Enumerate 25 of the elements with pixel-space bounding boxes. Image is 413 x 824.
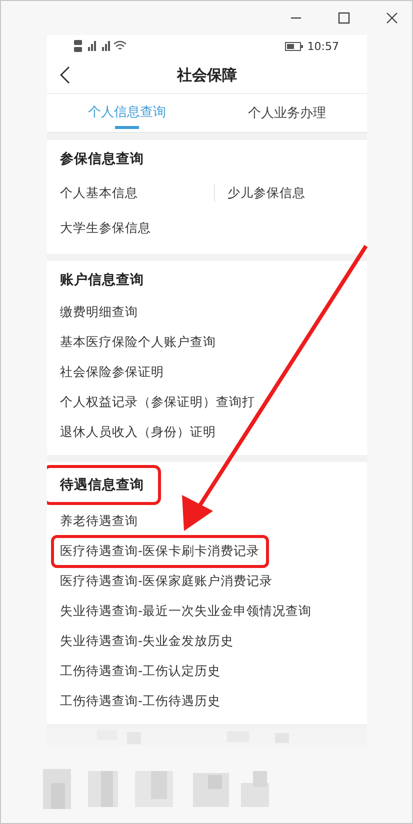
menu-item[interactable]: 缴费明细查询 (60, 300, 138, 324)
menu-item[interactable]: 失业待遇查询-最近一次失业金申领情况查询 (60, 600, 312, 622)
tab[interactable]: 个人业务办理 (207, 94, 367, 132)
section-title: 参保信息查询 (60, 150, 144, 169)
menu-item[interactable]: 医疗待遇查询-医保卡刷卡消费记录 (54, 538, 266, 564)
menu-item[interactable]: 退休人员收入（身份）证明 (60, 420, 216, 444)
maximize-icon[interactable] (338, 12, 350, 24)
section-title: 待遇信息查询 (47, 468, 158, 502)
menu-item[interactable]: 大学生参保信息 (60, 217, 151, 240)
menu-item[interactable]: 工伤待遇查询-工伤待遇历史 (60, 690, 221, 712)
menu-item[interactable]: 个人权益记录（参保证明）查询打 (60, 390, 255, 414)
status-time: 10:57 (307, 40, 339, 52)
menu-item[interactable]: 基本医疗保险个人账户查询 (60, 330, 216, 354)
battery-icon (285, 42, 304, 50)
menu-item[interactable]: 养老待遇查询 (60, 510, 138, 532)
menu-item[interactable]: 少儿参保信息 (228, 182, 306, 204)
menu-item[interactable]: 医疗待遇查询-医保家庭账户消费记录 (60, 570, 273, 592)
close-icon[interactable] (386, 12, 398, 24)
back-icon[interactable] (60, 66, 70, 84)
menu-item[interactable]: 失业待遇查询-失业金发放历史 (60, 630, 234, 652)
menu-item[interactable]: 工伤待遇查询-工伤认定历史 (60, 660, 221, 682)
menu-item[interactable]: 社会保险参保证明 (60, 360, 164, 384)
section-title: 账户信息查询 (60, 271, 144, 290)
menu-item[interactable]: 个人基本信息 (60, 182, 138, 205)
page-title: 社会保障 (177, 66, 237, 84)
